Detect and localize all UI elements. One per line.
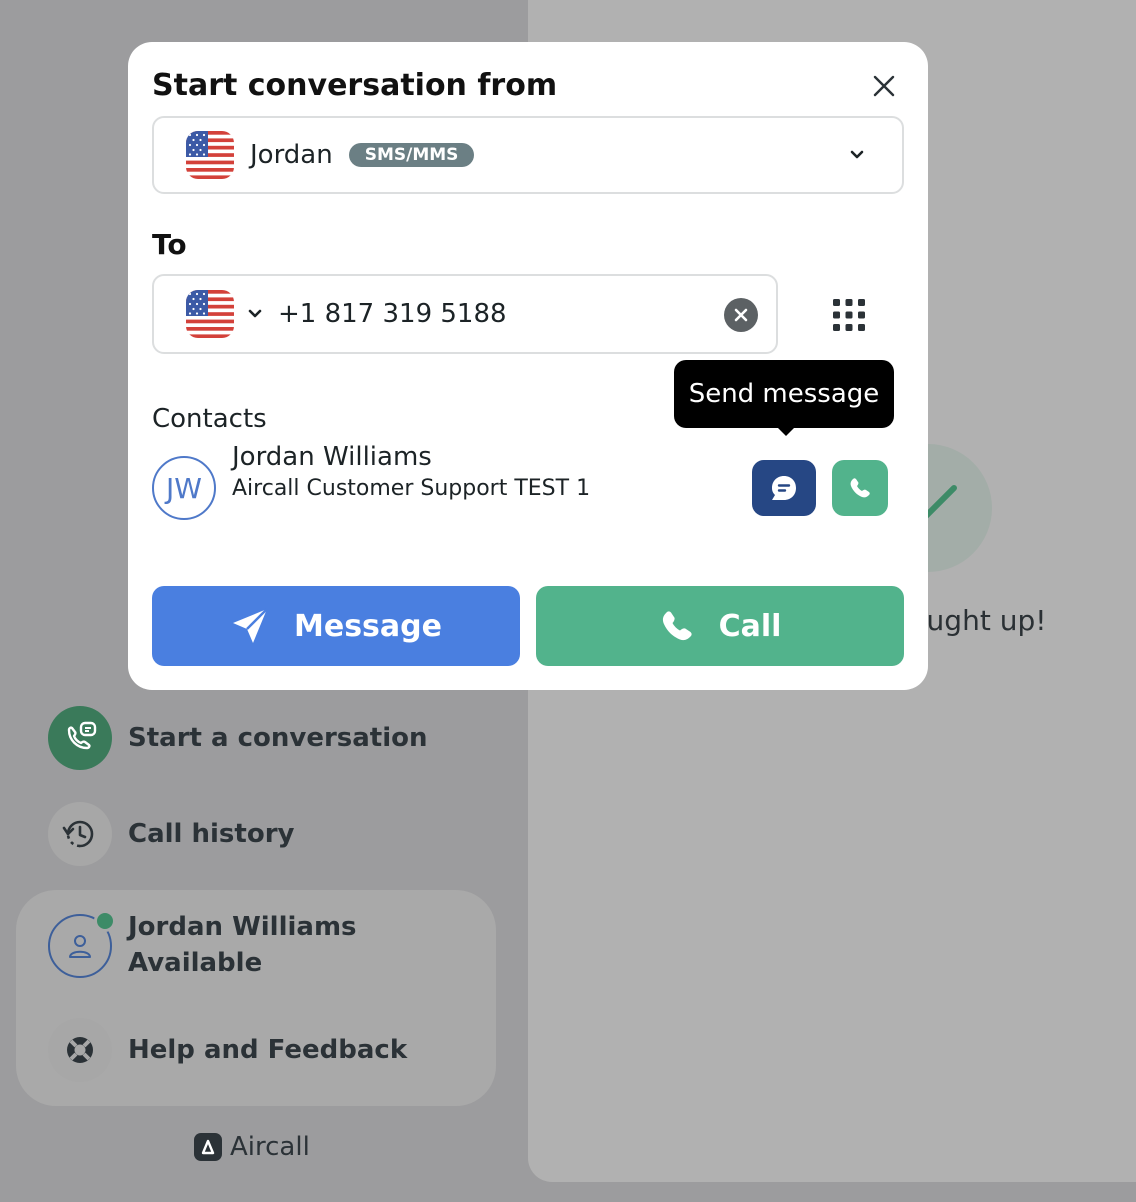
call-button[interactable]: Call — [536, 586, 904, 666]
phone-chat-icon — [48, 706, 112, 770]
caught-up-text: caught up! — [910, 604, 1047, 637]
contact-call-button[interactable] — [832, 460, 888, 516]
nav-start-conversation-label: Start a conversation — [128, 723, 428, 753]
us-flag-icon — [186, 131, 234, 179]
clear-input-button[interactable] — [724, 298, 758, 332]
contacts-label: Contacts — [152, 404, 267, 434]
tooltip-arrow — [776, 426, 796, 436]
to-label: To — [152, 228, 187, 261]
country-chevron-down-icon[interactable] — [246, 305, 264, 323]
clear-icon — [734, 308, 748, 322]
close-button[interactable] — [866, 68, 902, 104]
to-phone-field — [152, 274, 778, 354]
presence-indicator — [94, 910, 116, 932]
modal-title: Start conversation from — [152, 68, 558, 103]
phone-number-input[interactable] — [278, 299, 698, 329]
phone-icon — [662, 611, 692, 641]
from-number-select[interactable]: Jordan SMS/MMS — [152, 116, 904, 194]
keypad-icon — [833, 299, 865, 331]
chevron-down-icon — [850, 150, 864, 159]
aircall-brand: Aircall — [194, 1132, 310, 1162]
nav-start-conversation[interactable]: Start a conversation — [48, 706, 428, 770]
message-button-label: Message — [294, 608, 442, 644]
contact-send-message-button[interactable] — [752, 460, 816, 516]
checkmark-icon — [921, 485, 957, 521]
history-icon — [48, 802, 112, 866]
message-button[interactable]: Message — [152, 586, 520, 666]
lifebuoy-icon — [48, 1018, 112, 1082]
call-button-label: Call — [718, 608, 782, 644]
nav-help-feedback-label: Help and Feedback — [128, 1035, 408, 1065]
user-icon — [69, 935, 91, 958]
contact-avatar: JW — [152, 456, 216, 520]
close-icon — [873, 75, 895, 97]
keypad-button[interactable] — [826, 292, 872, 338]
from-line-name: Jordan — [250, 140, 333, 170]
aircall-logo-icon — [194, 1133, 222, 1161]
brand-name: Aircall — [230, 1132, 310, 1162]
nav-help-feedback[interactable]: Help and Feedback — [48, 1018, 407, 1082]
chat-bubble-icon — [772, 476, 796, 500]
send-message-tooltip: Send message — [674, 360, 894, 428]
contact-name[interactable]: Jordan Williams — [232, 442, 432, 472]
start-conversation-modal: Start conversation from Jordan SMS/MMS T… — [128, 42, 928, 690]
user-status[interactable]: Available — [128, 948, 262, 978]
user-name: Jordan Williams — [128, 912, 357, 942]
nav-call-history-label: Call history — [128, 819, 295, 849]
contact-company: Aircall Customer Support TEST 1 — [232, 476, 591, 501]
sms-mms-badge: SMS/MMS — [348, 143, 475, 167]
us-flag-icon[interactable] — [186, 290, 234, 338]
phone-icon — [850, 478, 870, 498]
nav-call-history[interactable]: Call history — [48, 802, 294, 866]
send-icon — [233, 608, 268, 643]
